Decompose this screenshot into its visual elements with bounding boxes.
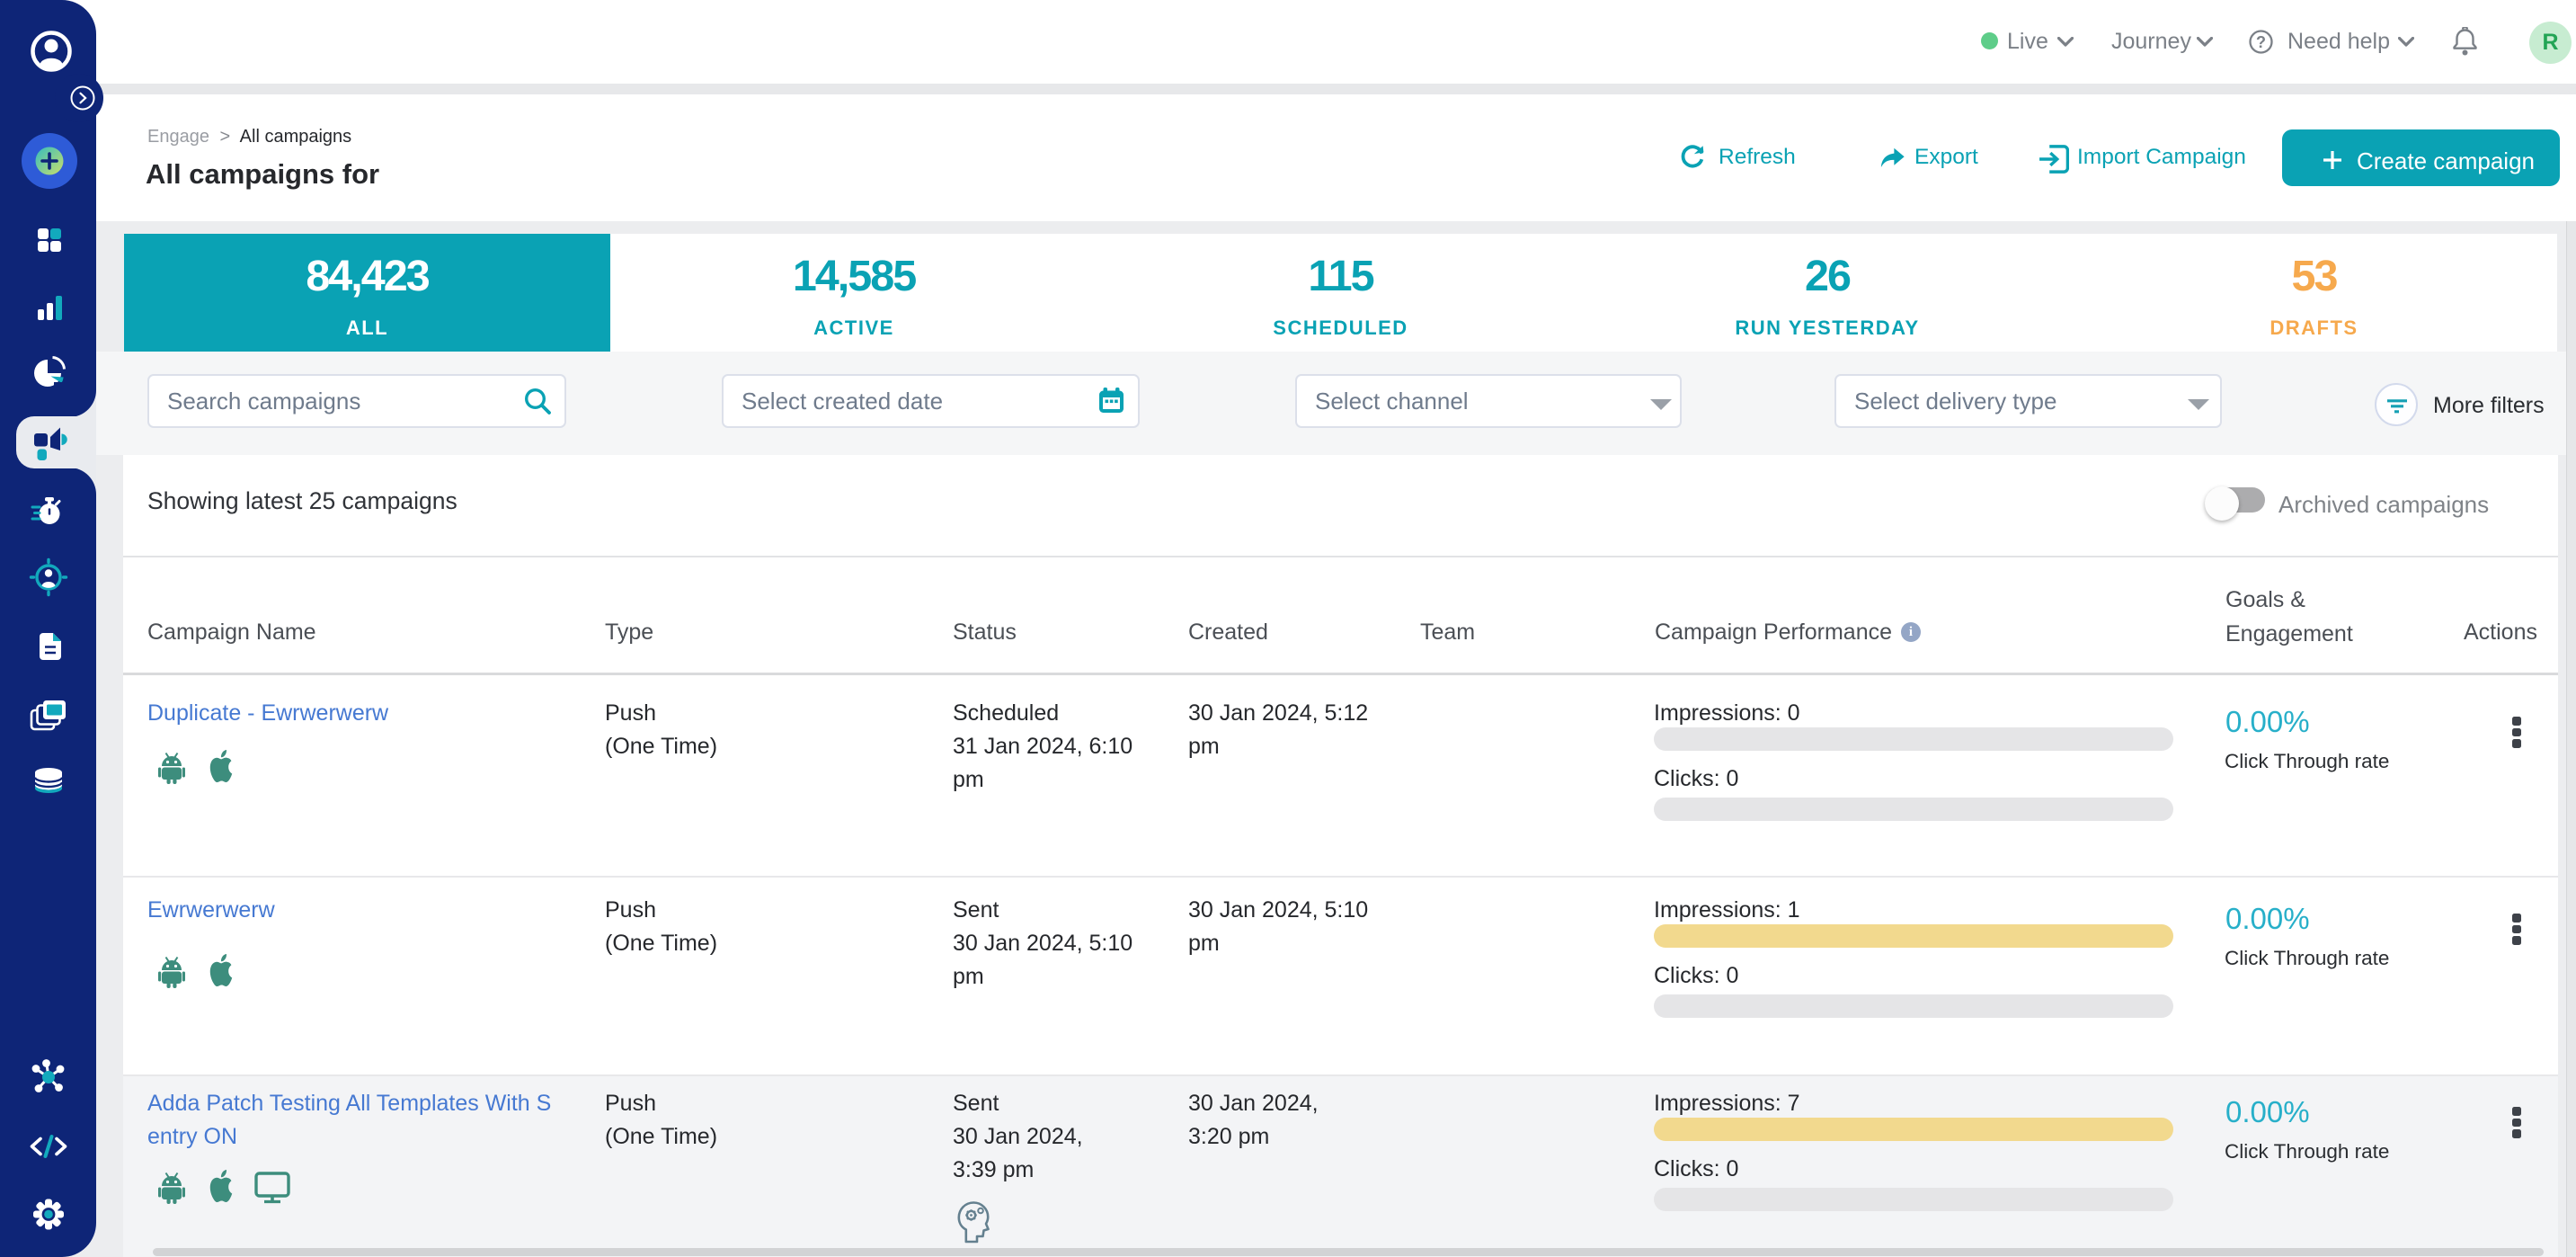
svg-text:?: ?	[2256, 33, 2266, 51]
